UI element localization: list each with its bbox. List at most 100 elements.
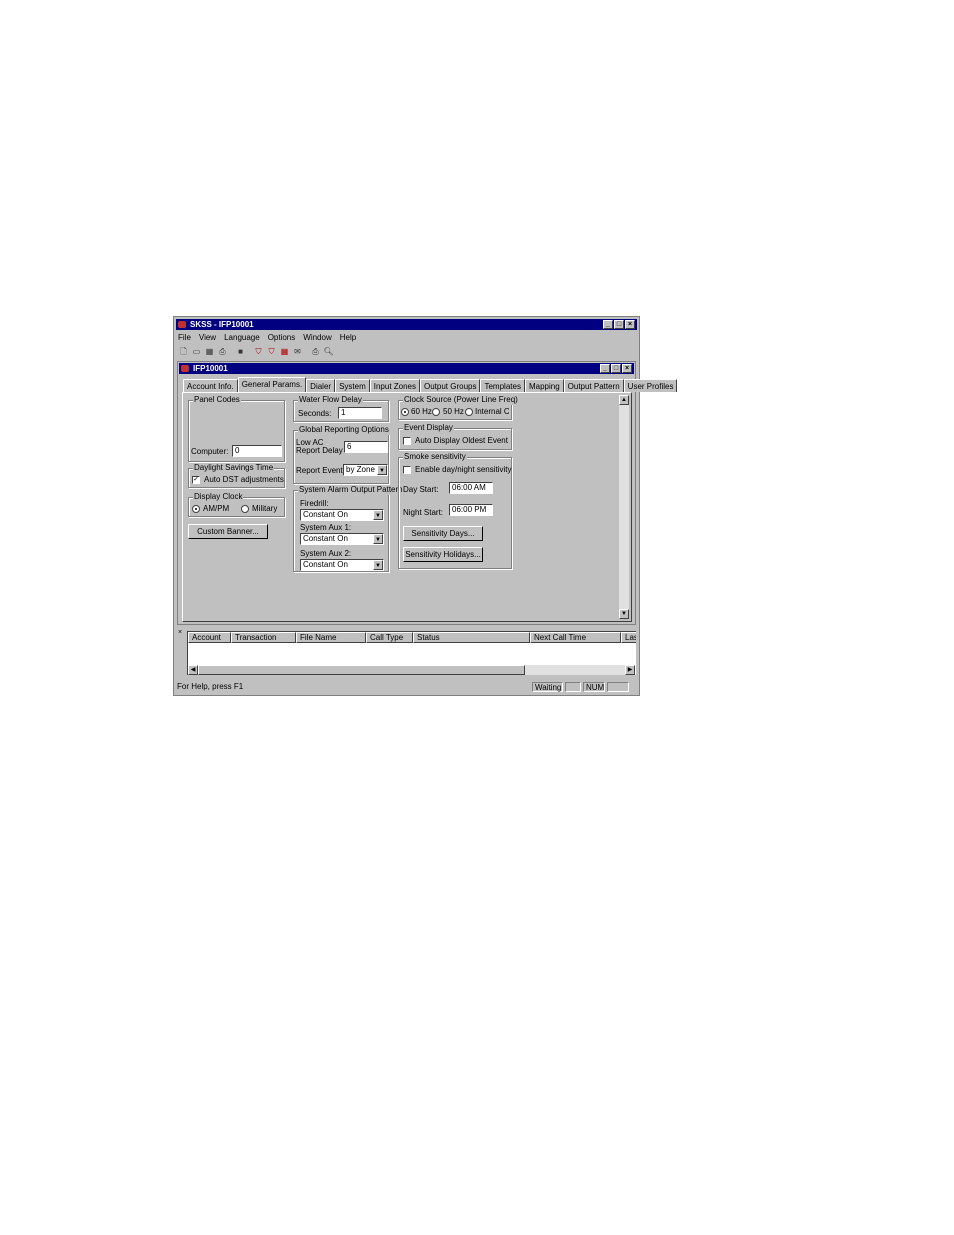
day-start-input[interactable]: 06:00 AM [449,482,493,494]
panel-vertical-scrollbar[interactable]: ▲ ▼ [619,395,629,619]
auto-dst-checkbox[interactable]: ✓ [192,476,200,484]
menu-window[interactable]: Window [303,332,331,343]
aux1-label: System Aux 1: [300,523,352,532]
alarm-pattern-group: System Alarm Output Pattern Firedrill: C… [293,485,404,572]
chevron-down-icon[interactable]: ▼ [377,465,387,475]
child-close-button[interactable]: × [622,364,632,373]
freq-50hz-radio[interactable] [432,408,440,416]
night-start-label: Night Start: [403,508,444,517]
menu-bar: File View Language Options Window Help [178,332,356,343]
military-radio[interactable] [241,505,249,513]
night-start-input[interactable]: 06:00 PM [449,504,493,516]
scroll-up-icon[interactable]: ▲ [619,395,629,405]
report-events-select[interactable]: by Zone ▼ [343,464,388,476]
print-preview-icon[interactable]: 🔍︎ [323,346,334,357]
tab-account-info[interactable]: Account Info. [183,379,238,392]
col-call-type[interactable]: Call Type [366,632,413,643]
col-file-name[interactable]: File Name [296,632,366,643]
child-maximize-button[interactable]: □ [611,364,621,373]
shield-download-icon[interactable]: ⛉ [266,346,277,357]
new-file-icon[interactable]: 🗋 [178,346,189,357]
event-display-group: Event Display Auto Display Oldest Event [398,423,512,450]
printer-icon[interactable]: ⎙ [310,346,321,357]
calendar-icon[interactable]: ▦ [204,346,215,357]
event-display-title: Event Display [403,423,454,433]
tab-system[interactable]: System [335,379,370,392]
col-last[interactable]: Las [621,632,636,643]
computer-code-input[interactable]: 0 [232,445,282,457]
app-logo-icon [178,321,186,328]
water-flow-seconds-input[interactable]: 1 [338,407,382,419]
display-clock-group: Display Clock AM/PM Military [188,492,285,517]
sensitivity-holidays-button[interactable]: Sensitivity Holidays... [403,547,483,562]
clock-source-group: Clock Source (Power Line Freq) 60 Hz 50 … [398,395,519,420]
ampm-radio[interactable] [192,505,200,513]
aux1-select[interactable]: Constant On ▼ [300,533,384,545]
day-night-sensitivity-checkbox[interactable] [403,466,411,474]
firedrill-select[interactable]: Constant On ▼ [300,509,384,521]
print-setup-icon[interactable]: ⎙ [217,346,228,357]
firedrill-label: Firedrill: [300,499,329,508]
custom-banner-button[interactable]: Custom Banner... [188,524,268,539]
panel-codes-group: Panel Codes Computer: 0 [188,395,285,462]
scroll-right-icon[interactable]: ▶ [625,665,635,675]
menu-language[interactable]: Language [224,332,260,343]
sensitivity-days-button[interactable]: Sensitivity Days... [403,526,483,541]
low-ac-delay-input[interactable]: 6 [344,441,388,453]
display-clock-title: Display Clock [193,492,244,502]
save-icon[interactable]: ■ [235,346,246,357]
internal-clock-radio[interactable] [465,408,473,416]
child-window: IFP10001 _ □ × Account Info. General Par… [177,361,678,625]
grid-icon[interactable]: ▦ [279,346,290,357]
auto-dst-label: Auto DST adjustments [204,475,284,484]
menu-file[interactable]: File [178,332,191,343]
aux2-select[interactable]: Constant On ▼ [300,559,384,571]
aux2-value: Constant On [303,560,348,569]
tab-mapping[interactable]: Mapping [524,379,564,392]
scroll-left-icon[interactable]: ◀ [188,665,198,675]
scroll-down-icon[interactable]: ▼ [619,609,629,619]
seconds-label: Seconds: [298,409,332,418]
chevron-down-icon[interactable]: ▼ [373,560,383,570]
ampm-label: AM/PM [203,504,230,513]
child-titlebar: IFP10001 _ □ × [179,363,634,374]
scroll-thumb[interactable] [198,665,525,675]
shield-upload-icon[interactable]: ⛉ [253,346,264,357]
chevron-down-icon[interactable]: ▼ [373,534,383,544]
water-flow-title: Water Flow Delay [298,395,363,405]
col-transaction[interactable]: Transaction [231,632,296,643]
smoke-sensitivity-group: Smoke sensitivity Enable day/night sensi… [398,452,512,569]
tab-general-params[interactable]: General Params. [237,377,307,393]
tab-dialer[interactable]: Dialer [306,379,336,392]
auto-display-oldest-checkbox[interactable] [403,437,411,445]
col-next-call-time[interactable]: Next Call Time [530,632,621,643]
menu-view[interactable]: View [199,332,216,343]
computer-label: Computer: [191,447,229,456]
status-num: NUM [583,682,605,692]
chevron-down-icon[interactable]: ▼ [373,510,383,520]
tab-templates[interactable]: Templates [480,379,525,392]
log-horizontal-scrollbar[interactable]: ◀ ▶ [188,665,635,675]
open-folder-icon[interactable]: ▭ [191,346,202,357]
tab-output-groups[interactable]: Output Groups [420,379,481,392]
child-minimize-button[interactable]: _ [600,364,610,373]
minimize-button[interactable]: _ [603,320,613,329]
col-account[interactable]: Account [188,632,231,643]
menu-help[interactable]: Help [340,332,356,343]
alarm-pattern-title: System Alarm Output Pattern [298,485,404,495]
child-title: IFP10001 [193,364,228,373]
log-close-icon[interactable]: × [178,629,182,636]
maximize-button[interactable]: □ [614,320,624,329]
menu-options[interactable]: Options [268,332,296,343]
status-empty-panel [565,682,581,692]
col-status[interactable]: Status [413,632,530,643]
app-title: SKSS - IFP10001 [190,320,254,329]
tab-user-profiles[interactable]: User Profiles [623,379,678,392]
tab-input-zones[interactable]: Input Zones [369,379,420,392]
freq-60hz-label: 60 Hz [411,407,432,416]
mail-icon[interactable]: ✉ [292,346,303,357]
freq-50hz-label: 50 Hz [443,407,464,416]
freq-60hz-radio[interactable] [401,408,409,416]
tab-output-pattern[interactable]: Output Pattern [563,379,624,392]
close-button[interactable]: × [625,320,635,329]
